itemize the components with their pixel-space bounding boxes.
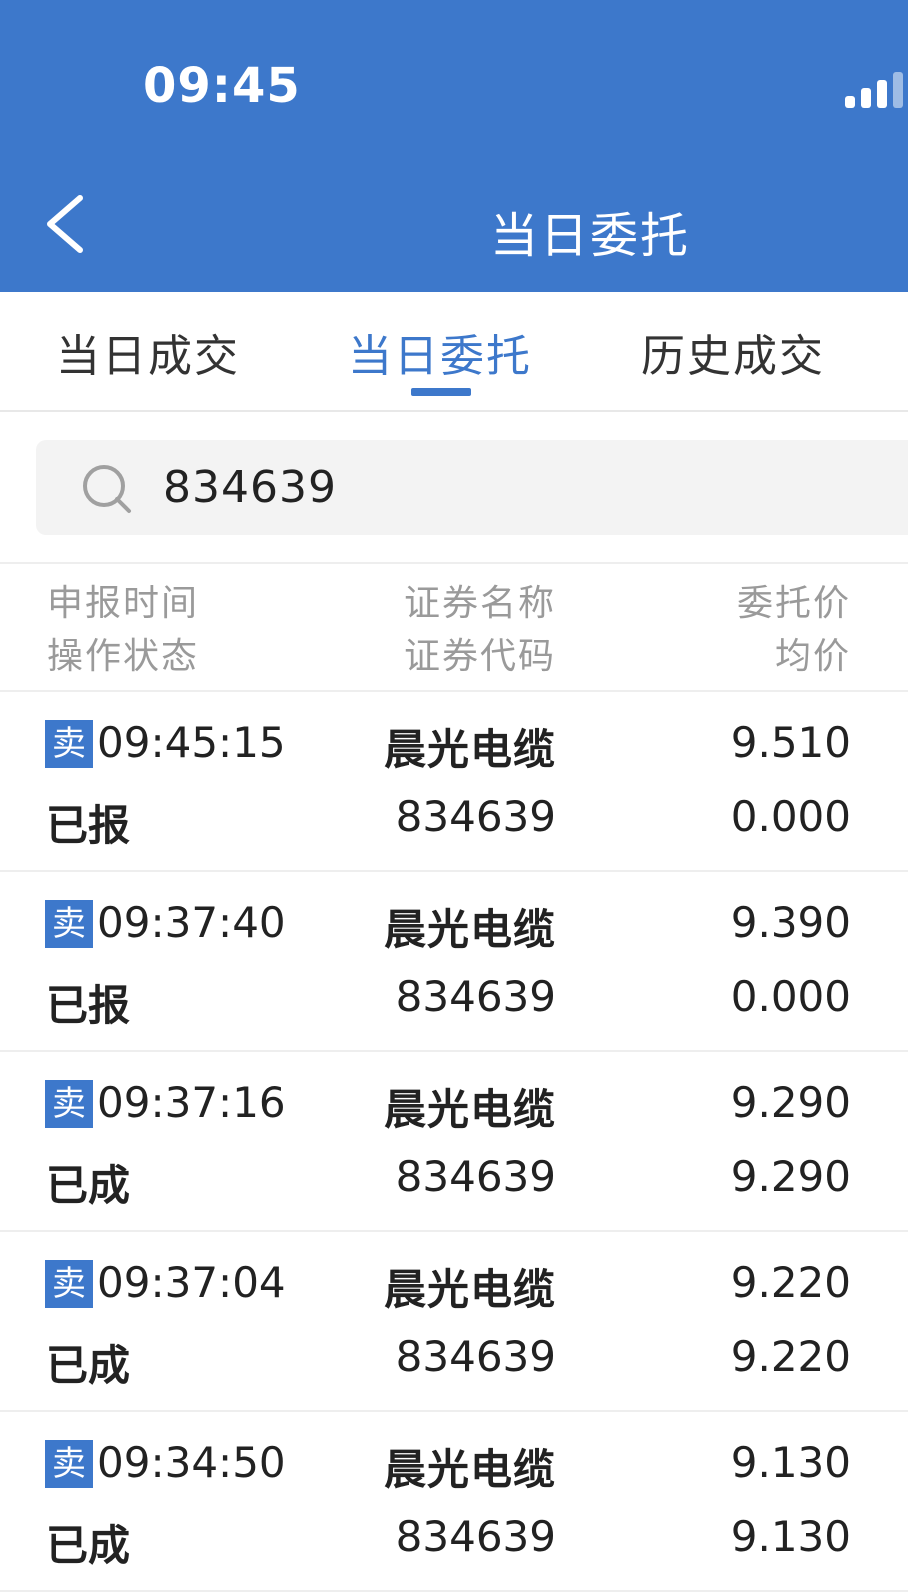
table-row[interactable]: 卖 09:37:04 已成 晨光电缆 834639 9.220 9.220 (0, 1232, 908, 1412)
col-name-label: 证券名称 (403, 583, 556, 624)
signal-strength-icon (845, 72, 908, 108)
sell-badge: 卖 (45, 900, 93, 948)
app-header: 09:45 当日委托 (0, 0, 908, 292)
security-code: 834639 (395, 1512, 556, 1561)
order-status: 已报 (46, 981, 131, 1030)
security-code: 834639 (395, 1152, 556, 1201)
security-name: 晨光电缆 (383, 1265, 556, 1314)
order-price: 9.220 (730, 1258, 851, 1307)
security-name: 晨光电缆 (383, 1085, 556, 1134)
average-price: 0.000 (730, 972, 851, 1021)
tab-today-trades[interactable]: 当日成交 (56, 320, 240, 384)
col-avg-label: 均价 (774, 636, 851, 677)
average-price: 0.000 (730, 792, 851, 841)
order-status: 已成 (46, 1341, 131, 1390)
sell-badge: 卖 (45, 720, 93, 768)
sell-badge: 卖 (45, 1080, 93, 1128)
security-code: 834639 (395, 972, 556, 1021)
sell-badge: 卖 (45, 1440, 93, 1488)
tab-history-trades[interactable]: 历史成交 (641, 320, 825, 384)
back-button[interactable] (40, 188, 100, 268)
order-time: 09:37:04 (97, 1258, 286, 1307)
table-row[interactable]: 卖 09:34:50 已成 晨光电缆 834639 9.130 9.130 (0, 1412, 908, 1592)
security-name: 晨光电缆 (383, 725, 556, 774)
order-price: 9.290 (730, 1078, 851, 1127)
column-header: 申报时间 操作状态 证券名称 证券代码 委托价 均价 (0, 562, 908, 692)
search-input[interactable] (163, 462, 763, 513)
chevron-left-icon (47, 195, 83, 253)
average-price: 9.290 (730, 1152, 851, 1201)
table-row[interactable]: 卖 09:37:16 已成 晨光电缆 834639 9.290 9.290 (0, 1052, 908, 1232)
average-price: 9.130 (730, 1512, 851, 1561)
table-row[interactable]: 卖 09:37:40 已报 晨光电缆 834639 9.390 0.000 (0, 872, 908, 1052)
col-price-label: 委托价 (736, 583, 851, 624)
order-time: 09:45:15 (97, 718, 286, 767)
security-code: 834639 (395, 1332, 556, 1381)
search-icon (83, 465, 131, 513)
order-price: 9.130 (730, 1438, 851, 1487)
order-time: 09:34:50 (97, 1438, 286, 1487)
tab-bar: 当日成交 当日委托 历史成交 (0, 292, 908, 412)
order-status: 已成 (46, 1521, 131, 1570)
order-price: 9.390 (730, 898, 851, 947)
page-title: 当日委托 (490, 208, 691, 264)
security-code: 834639 (395, 792, 556, 841)
col-state-label: 操作状态 (47, 636, 200, 677)
search-bar[interactable] (36, 440, 908, 535)
col-code-label: 证券代码 (403, 636, 556, 677)
security-name: 晨光电缆 (383, 1445, 556, 1494)
order-time: 09:37:16 (97, 1078, 286, 1127)
order-status: 已报 (46, 801, 131, 850)
order-status: 已成 (46, 1161, 131, 1210)
order-time: 09:37:40 (97, 898, 286, 947)
sell-badge: 卖 (45, 1260, 93, 1308)
average-price: 9.220 (730, 1332, 851, 1381)
tab-today-orders[interactable]: 当日委托 (348, 320, 532, 384)
col-time-label: 申报时间 (47, 583, 200, 624)
status-bar-time: 09:45 (143, 58, 301, 114)
active-tab-indicator (411, 388, 471, 396)
security-name: 晨光电缆 (383, 905, 556, 954)
order-price: 9.510 (730, 718, 851, 767)
table-row[interactable]: 卖 09:45:15 已报 晨光电缆 834639 9.510 0.000 (0, 692, 908, 872)
